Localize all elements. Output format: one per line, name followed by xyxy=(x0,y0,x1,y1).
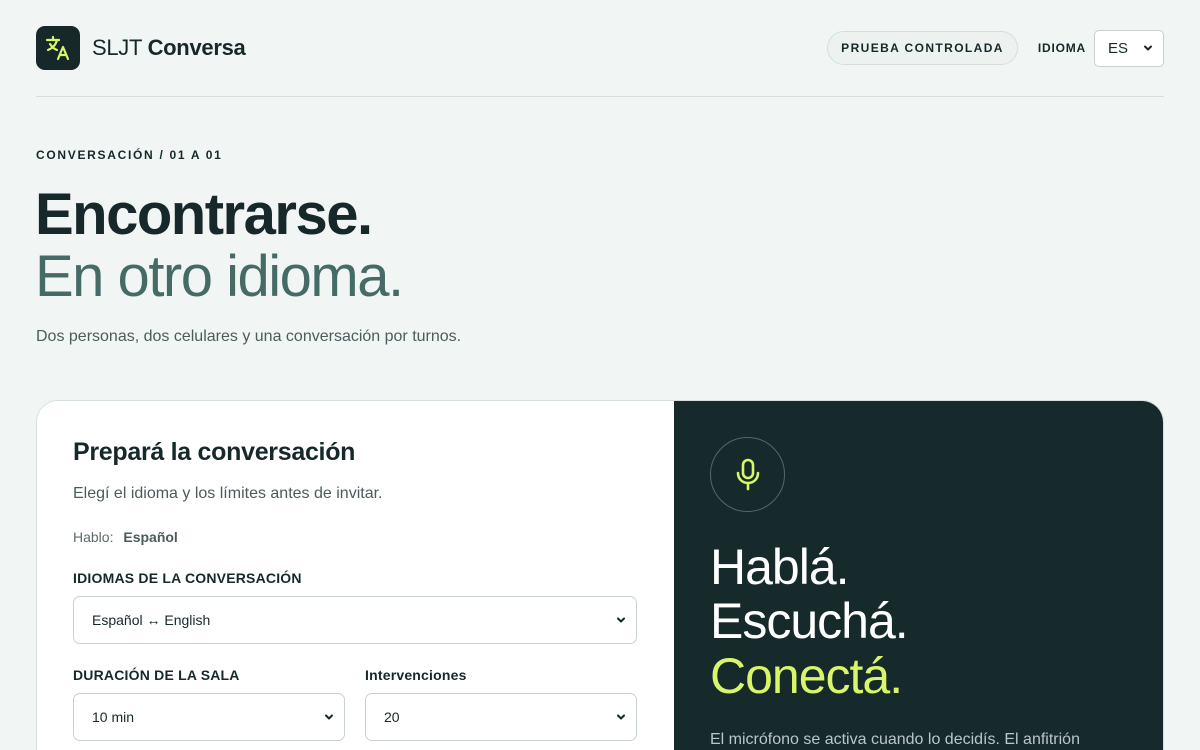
speak-language-label: Hablo: xyxy=(73,529,114,545)
chevron-down-icon xyxy=(617,617,625,623)
language-label: IDIOMA xyxy=(1037,41,1086,55)
setup-panel: Prepará la conversación Elegí el idioma … xyxy=(37,401,674,750)
chevron-down-icon xyxy=(617,714,625,720)
microphone-icon xyxy=(710,437,785,512)
duration-select-value: 10 min xyxy=(92,709,135,725)
chevron-down-icon xyxy=(1144,45,1152,51)
promo-panel: Hablá. Escuchá. Conectá. El micrófono se… xyxy=(674,401,1163,750)
header-divider xyxy=(36,96,1164,97)
promo-line-1: Hablá. xyxy=(710,539,850,595)
top-bar: SLJT Conversa PRUEBA CONTROLADA IDIOMA E… xyxy=(36,26,1164,70)
duration-select[interactable]: 10 min xyxy=(73,693,345,741)
promo-line-3: Conectá. xyxy=(710,648,903,704)
hero-title-line-1: Encontrarse. xyxy=(35,182,373,247)
duration-label: DURACIÓN DE LA SALA xyxy=(73,667,240,683)
controlled-test-badge: PRUEBA CONTROLADA xyxy=(827,31,1018,65)
languages-select[interactable]: Español ↔ English xyxy=(73,596,637,644)
page: SLJT Conversa PRUEBA CONTROLADA IDIOMA E… xyxy=(0,0,1200,750)
chevron-down-icon xyxy=(325,714,333,720)
speak-language-value: Español xyxy=(123,529,178,545)
eyebrow-label: CONVERSACIÓN / 01 A 01 xyxy=(36,148,223,162)
setup-title: Prepará la conversación xyxy=(73,438,356,466)
hero-title-line-2: En otro idioma. xyxy=(35,244,404,309)
setup-card: Prepará la conversación Elegí el idioma … xyxy=(36,400,1164,750)
languages-select-value: Español ↔ English xyxy=(92,612,211,628)
turns-select[interactable]: 20 xyxy=(365,693,637,741)
speak-language-row: Hablo: Español xyxy=(73,529,178,545)
promo-description: El micrófono se activa cuando lo decidís… xyxy=(710,731,1080,748)
language-select[interactable]: ES xyxy=(1094,29,1164,67)
languages-label: IDIOMAS DE LA CONVERSACIÓN xyxy=(73,570,302,586)
turns-select-value: 20 xyxy=(384,709,400,725)
brand-name-strong: Conversa xyxy=(147,35,246,60)
brand-name: SLJT Conversa xyxy=(92,35,246,61)
promo-line-2: Escuchá. xyxy=(710,593,909,649)
turns-label: Intervenciones xyxy=(365,667,467,683)
brand-name-light: SLJT xyxy=(92,35,142,60)
translate-icon xyxy=(36,26,80,70)
brand[interactable]: SLJT Conversa xyxy=(36,26,246,70)
language-select-value: ES xyxy=(1108,39,1129,57)
hero-subtitle: Dos personas, dos celulares y una conver… xyxy=(36,328,462,345)
setup-subtitle: Elegí el idioma y los límites antes de i… xyxy=(73,485,383,502)
header-actions: PRUEBA CONTROLADA IDIOMA ES xyxy=(827,29,1164,67)
